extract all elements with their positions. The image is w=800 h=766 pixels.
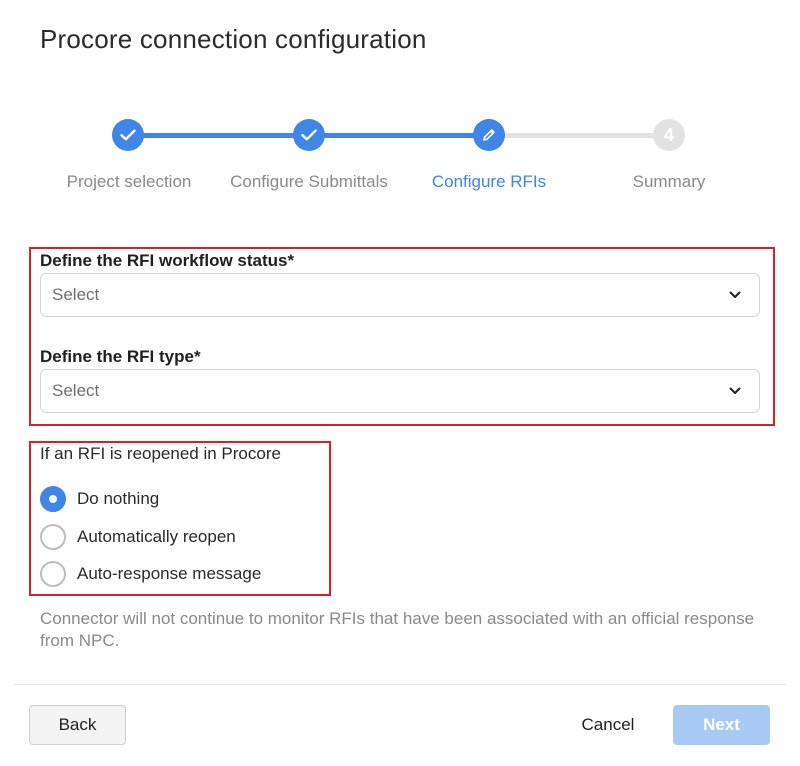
chevron-down-icon xyxy=(729,291,741,299)
chevron-down-icon xyxy=(729,387,741,395)
workflow-status-value: Select xyxy=(52,285,100,304)
step-4-number: 4 xyxy=(653,119,685,151)
rfi-type-label: Define the RFI type* xyxy=(40,347,201,366)
workflow-status-label: Define the RFI workflow status* xyxy=(40,251,295,270)
radio-option-auto-response-message[interactable]: Auto-response message xyxy=(40,560,261,588)
step-label-configure-submittals: Configure Submittals xyxy=(230,172,388,191)
rfi-type-value: Select xyxy=(52,381,100,400)
radio-option-automatically-reopen[interactable]: Automatically reopen xyxy=(40,523,236,551)
workflow-status-select[interactable]: Select xyxy=(40,273,760,317)
step-2-check-icon xyxy=(293,119,325,151)
rfi-type-select[interactable]: Select xyxy=(40,369,760,413)
radio-label: Do nothing xyxy=(77,489,160,508)
stepper-track-complete xyxy=(128,133,309,138)
stepper-track-pending xyxy=(489,133,669,138)
radio-button[interactable] xyxy=(40,524,66,550)
radio-button[interactable] xyxy=(40,561,66,587)
reopen-group-label: If an RFI is reopened in Procore xyxy=(40,444,281,463)
footer-divider xyxy=(14,684,786,685)
radio-option-do-nothing[interactable]: Do nothing xyxy=(40,485,159,513)
radio-label: Automatically reopen xyxy=(77,527,236,546)
page-title: Procore connection configuration xyxy=(40,24,427,54)
stepper-track-complete xyxy=(309,133,489,138)
cancel-button[interactable]: Cancel xyxy=(566,705,650,745)
step-1-check-icon xyxy=(112,119,144,151)
info-note: Connector will not continue to monitor R… xyxy=(40,609,755,650)
step-label-configure-rfis: Configure RFIs xyxy=(431,172,547,191)
stepper: 4 Project selection Configure Submittals… xyxy=(0,112,800,202)
step-label-project-selection: Project selection xyxy=(66,172,192,191)
step-label-summary: Summary xyxy=(632,172,706,191)
step-3-pencil-icon xyxy=(473,119,505,151)
next-button[interactable]: Next xyxy=(673,705,770,745)
radio-button-checked[interactable] xyxy=(40,486,66,512)
radio-label: Auto-response message xyxy=(77,564,262,583)
back-button[interactable]: Back xyxy=(29,705,126,745)
